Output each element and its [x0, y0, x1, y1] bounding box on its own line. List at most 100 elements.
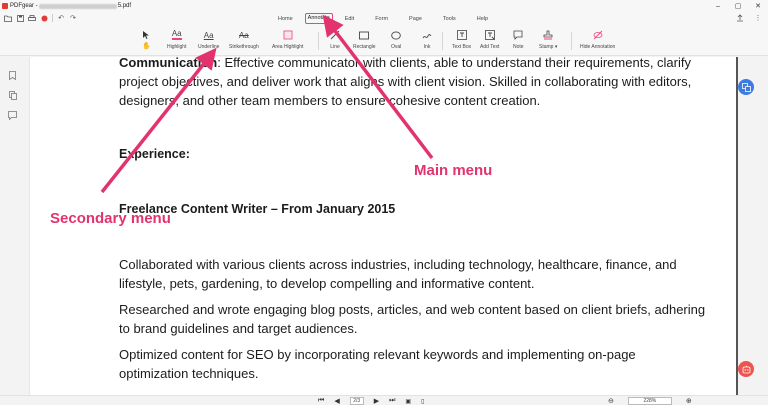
bookmark-icon[interactable]	[8, 71, 17, 80]
zoom-level-input[interactable]: 228%	[627, 397, 672, 405]
thumbnails-icon[interactable]	[8, 91, 17, 100]
tool-rectangle[interactable]: Rectangle	[353, 28, 376, 50]
tab-page[interactable]: Page	[407, 13, 424, 25]
tool-area-highlight-label: Area Highlight	[272, 44, 304, 50]
annotate-toolbar: ✋ Aa Highlight Aa Underline Aa Strikethr…	[0, 26, 768, 56]
next-page-icon[interactable]: ▶	[374, 397, 379, 405]
tool-add-text[interactable]: Add Text	[480, 28, 499, 50]
tool-highlight[interactable]: Aa Highlight	[167, 28, 186, 51]
tool-note[interactable]: Note	[513, 28, 524, 50]
doc-line: lifestyle, pets, gardening, to develop c…	[119, 276, 535, 291]
line-icon	[330, 28, 340, 42]
tool-select[interactable]: ✋	[142, 28, 151, 50]
menu-right-actions: ⋮	[736, 14, 762, 22]
stamp-icon	[543, 28, 553, 42]
tab-edit[interactable]: Edit	[343, 13, 356, 25]
tab-annotate[interactable]: Annotate	[304, 13, 333, 24]
previous-page-icon[interactable]: ◀	[334, 397, 339, 405]
doc-line: Researched and wrote engaging blog posts…	[119, 302, 706, 317]
doc-line: Optimized content for SEO by incorporati…	[119, 347, 636, 362]
doc-line: Collaborated with various clients across…	[119, 257, 677, 272]
quick-access-toolbar: ↶ ↷	[4, 14, 77, 22]
fit-page-icon[interactable]: ▣	[405, 398, 411, 405]
tool-add-text-label: Add Text	[480, 44, 500, 50]
more-options-icon[interactable]: ⋮	[754, 14, 762, 22]
doc-line: optimization techniques.	[119, 366, 259, 381]
tab-form[interactable]: Form	[373, 13, 390, 25]
highlight-icon: Aa	[171, 29, 182, 40]
oval-icon	[391, 28, 401, 42]
toolbar-divider	[571, 32, 572, 50]
tool-stamp-label: Stamp ▾	[539, 44, 558, 50]
first-page-icon[interactable]: ⏮	[318, 397, 324, 405]
secondary-menu-callout: Secondary menu	[50, 210, 171, 227]
open-folder-icon[interactable]	[4, 14, 12, 22]
tab-home[interactable]: Home	[276, 13, 295, 25]
right-rail	[738, 57, 768, 395]
single-page-view-icon[interactable]: ▯	[421, 398, 424, 405]
underline-icon: Aa	[203, 30, 214, 40]
doc-line: project objectives, and deliver work tha…	[119, 74, 692, 89]
tool-underline[interactable]: Aa Underline	[198, 28, 220, 51]
ink-icon	[422, 28, 432, 42]
share-icon[interactable]	[736, 14, 744, 22]
main-menu-bar: ↶ ↷ Home Annotate Edit Form Page Tools H…	[0, 12, 768, 26]
last-page-icon[interactable]: ⏭	[389, 397, 395, 405]
doc-line-communication: Communication: Effective communicator wi…	[119, 57, 691, 70]
doc-line: designers, and other team members to ens…	[119, 93, 541, 108]
tool-strikethrough-label: Strikethrough	[229, 44, 259, 50]
toolbar-divider	[318, 32, 319, 50]
page-navigation: ⏮ ◀ 2/3 ▶ ⏭ ▣ ▯	[318, 397, 424, 405]
pdf-convert-icon[interactable]	[40, 14, 48, 22]
maximize-button[interactable]: ▢	[728, 0, 748, 12]
strikethrough-icon: Aa	[238, 30, 249, 40]
close-button[interactable]: ✕	[748, 0, 768, 12]
tool-oval-label: Oval	[391, 44, 402, 50]
ai-assistant-icon[interactable]	[738, 361, 754, 377]
add-text-icon	[484, 28, 495, 42]
left-sidebar	[0, 57, 26, 405]
toolbar-divider	[442, 32, 443, 50]
doc-heading-experience: Experience:	[119, 147, 190, 161]
text-box-icon	[456, 28, 467, 42]
tool-ink[interactable]: Ink	[422, 28, 432, 50]
tool-stamp[interactable]: Stamp ▾	[539, 28, 557, 50]
comments-icon[interactable]	[8, 111, 17, 120]
undo-icon[interactable]: ↶	[57, 14, 65, 22]
area-highlight-icon	[283, 28, 293, 42]
hide-annotation-icon	[593, 28, 603, 42]
window-title-prefix: PDFgear -	[10, 3, 38, 9]
pdfgear-window: PDFgear - 5.pdf – ▢ ✕ ↶ ↷ Home Annotate …	[0, 0, 768, 405]
tool-text-box[interactable]: Text Box	[452, 28, 471, 50]
doc-bold-term: Communication	[119, 57, 218, 70]
status-bar: ⏮ ◀ 2/3 ▶ ⏭ ▣ ▯ ⊖ 228% ⊕	[0, 395, 768, 405]
page-number-input[interactable]: 2/3	[349, 397, 364, 405]
zoom-out-icon[interactable]: ⊖	[608, 397, 614, 405]
tool-ink-label: Ink	[423, 44, 431, 50]
redo-icon[interactable]: ↷	[69, 14, 77, 22]
tool-strikethrough[interactable]: Aa Strikethrough	[229, 28, 259, 51]
print-icon[interactable]	[28, 14, 36, 22]
main-menu-callout: Main menu	[414, 162, 493, 179]
tool-hide-annotation-label: Hide Annotation	[580, 44, 616, 50]
tool-area-highlight[interactable]: Area Highlight	[272, 28, 303, 50]
quick-access-divider	[52, 14, 53, 22]
translate-icon[interactable]	[738, 79, 754, 95]
hand-icon[interactable]: ✋	[142, 42, 151, 50]
window-controls: – ▢ ✕	[708, 0, 768, 12]
doc-line-text: : Effective communicator with clients, a…	[217, 57, 691, 70]
tool-line-label: Line	[330, 44, 340, 50]
pointer-icon	[142, 28, 150, 42]
tool-hide-annotation[interactable]: Hide Annotation	[580, 28, 615, 50]
tool-line[interactable]: Line	[330, 28, 340, 50]
tab-help[interactable]: Help	[475, 13, 490, 25]
save-icon[interactable]	[16, 14, 24, 22]
tool-underline-label: Underline	[198, 44, 220, 50]
tool-rectangle-label: Rectangle	[353, 44, 376, 50]
tool-oval[interactable]: Oval	[391, 28, 401, 50]
title-bar: PDFgear - 5.pdf – ▢ ✕	[0, 0, 768, 12]
window-title-redacted	[38, 3, 117, 9]
minimize-button[interactable]: –	[708, 0, 728, 12]
tab-tools[interactable]: Tools	[441, 13, 458, 25]
zoom-in-icon[interactable]: ⊕	[686, 397, 692, 405]
